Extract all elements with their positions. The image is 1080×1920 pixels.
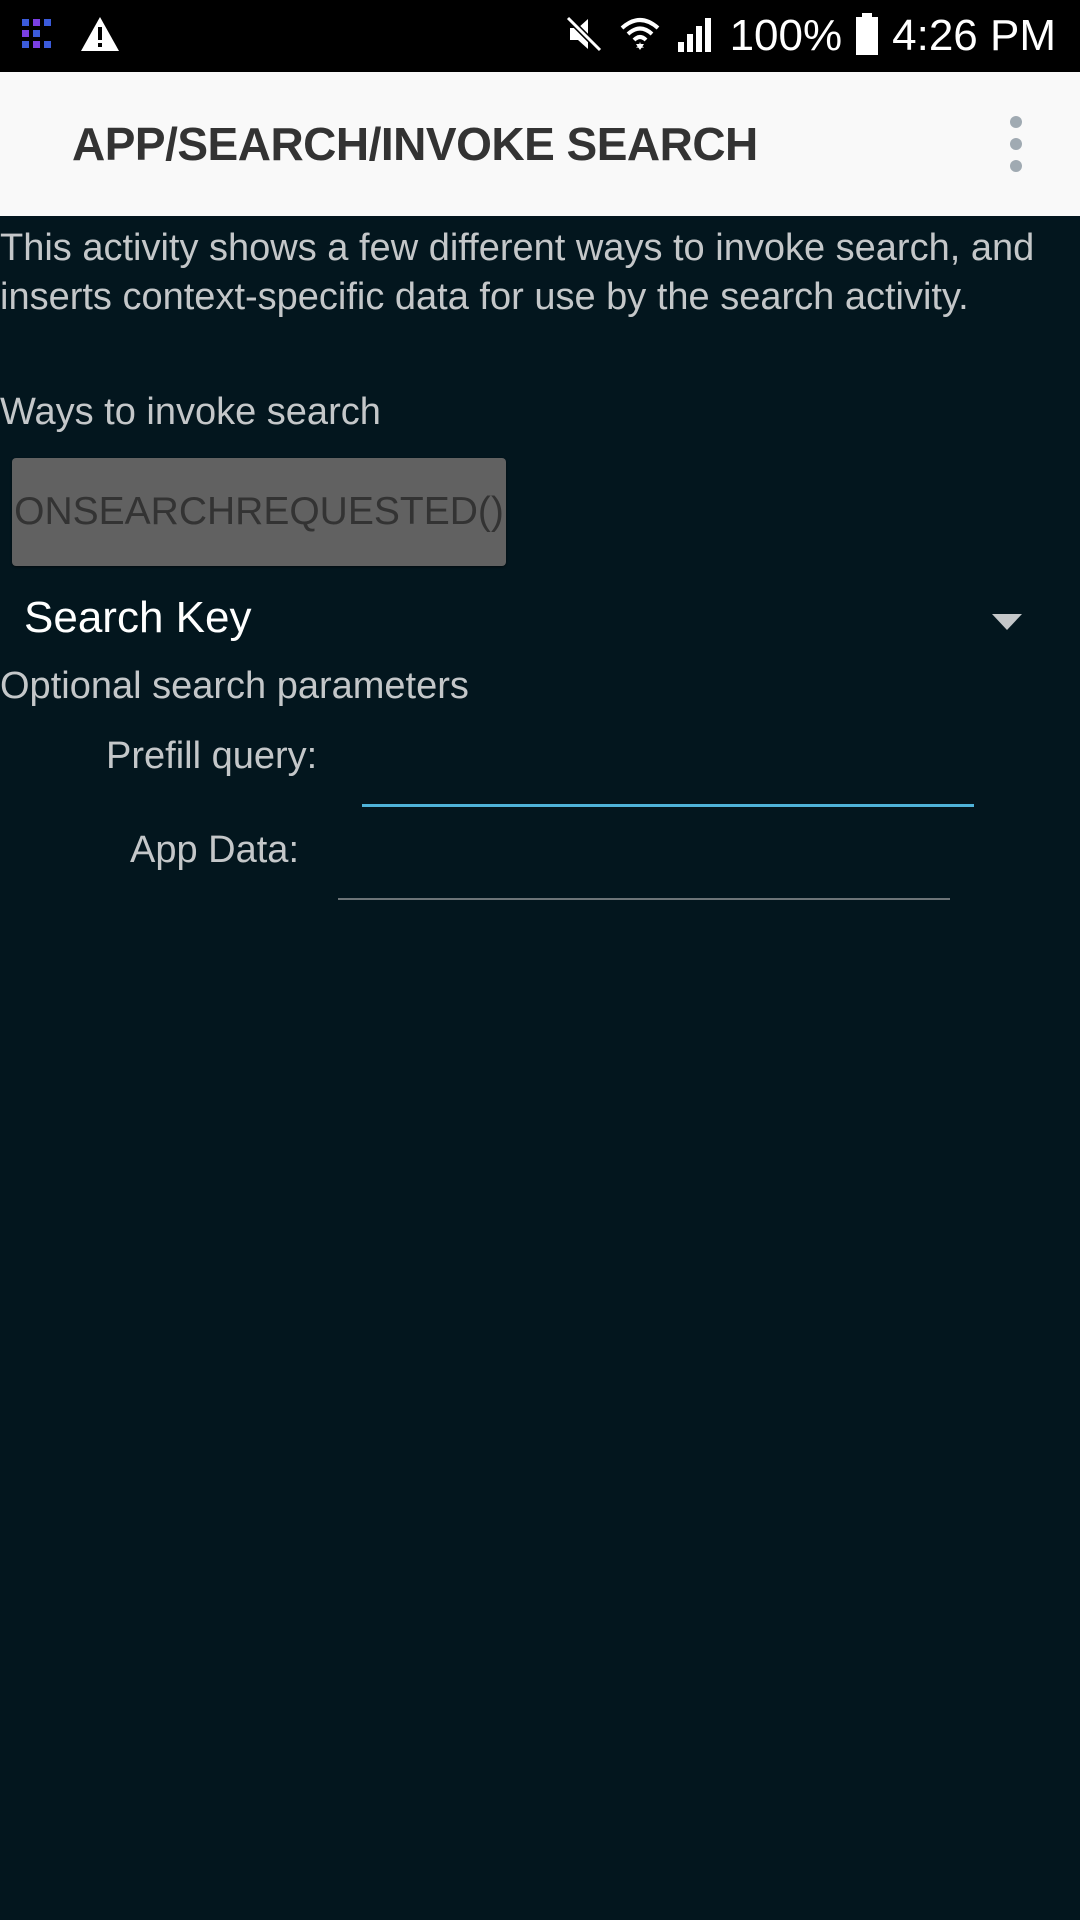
status-bar: 100% 4:26 PM xyxy=(0,0,1080,72)
more-vert-icon[interactable] xyxy=(996,116,1036,172)
onsearchrequested-button[interactable]: ONSEARCHREQUESTED() xyxy=(12,458,506,566)
prefill-query-label: Prefill query: xyxy=(106,735,318,777)
app-data-label: App Data: xyxy=(130,829,299,871)
mute-icon xyxy=(564,14,604,59)
warning-icon xyxy=(80,16,120,57)
app-bar: APP/SEARCH/INVOKE SEARCH xyxy=(0,72,1080,216)
app-data-field[interactable] xyxy=(338,816,950,880)
app-data-underline xyxy=(338,898,950,900)
description-text: This activity shows a few different ways… xyxy=(0,227,1035,318)
signal-icon xyxy=(676,14,716,59)
page-title: APP/SEARCH/INVOKE SEARCH xyxy=(72,118,758,170)
ways-label: Ways to invoke search xyxy=(0,391,381,433)
battery-icon xyxy=(856,12,879,60)
clock: 4:26 PM xyxy=(892,11,1056,60)
app-grid-icon xyxy=(22,18,52,54)
battery-percent: 100% xyxy=(729,11,843,60)
prefill-query-field[interactable] xyxy=(362,724,974,788)
prefill-query-underline xyxy=(362,804,974,807)
search-method-spinner[interactable]: Search Key xyxy=(24,590,251,646)
optional-params-label: Optional search parameters xyxy=(0,665,469,707)
wifi-icon xyxy=(618,14,662,59)
chevron-down-icon[interactable] xyxy=(992,614,1022,630)
